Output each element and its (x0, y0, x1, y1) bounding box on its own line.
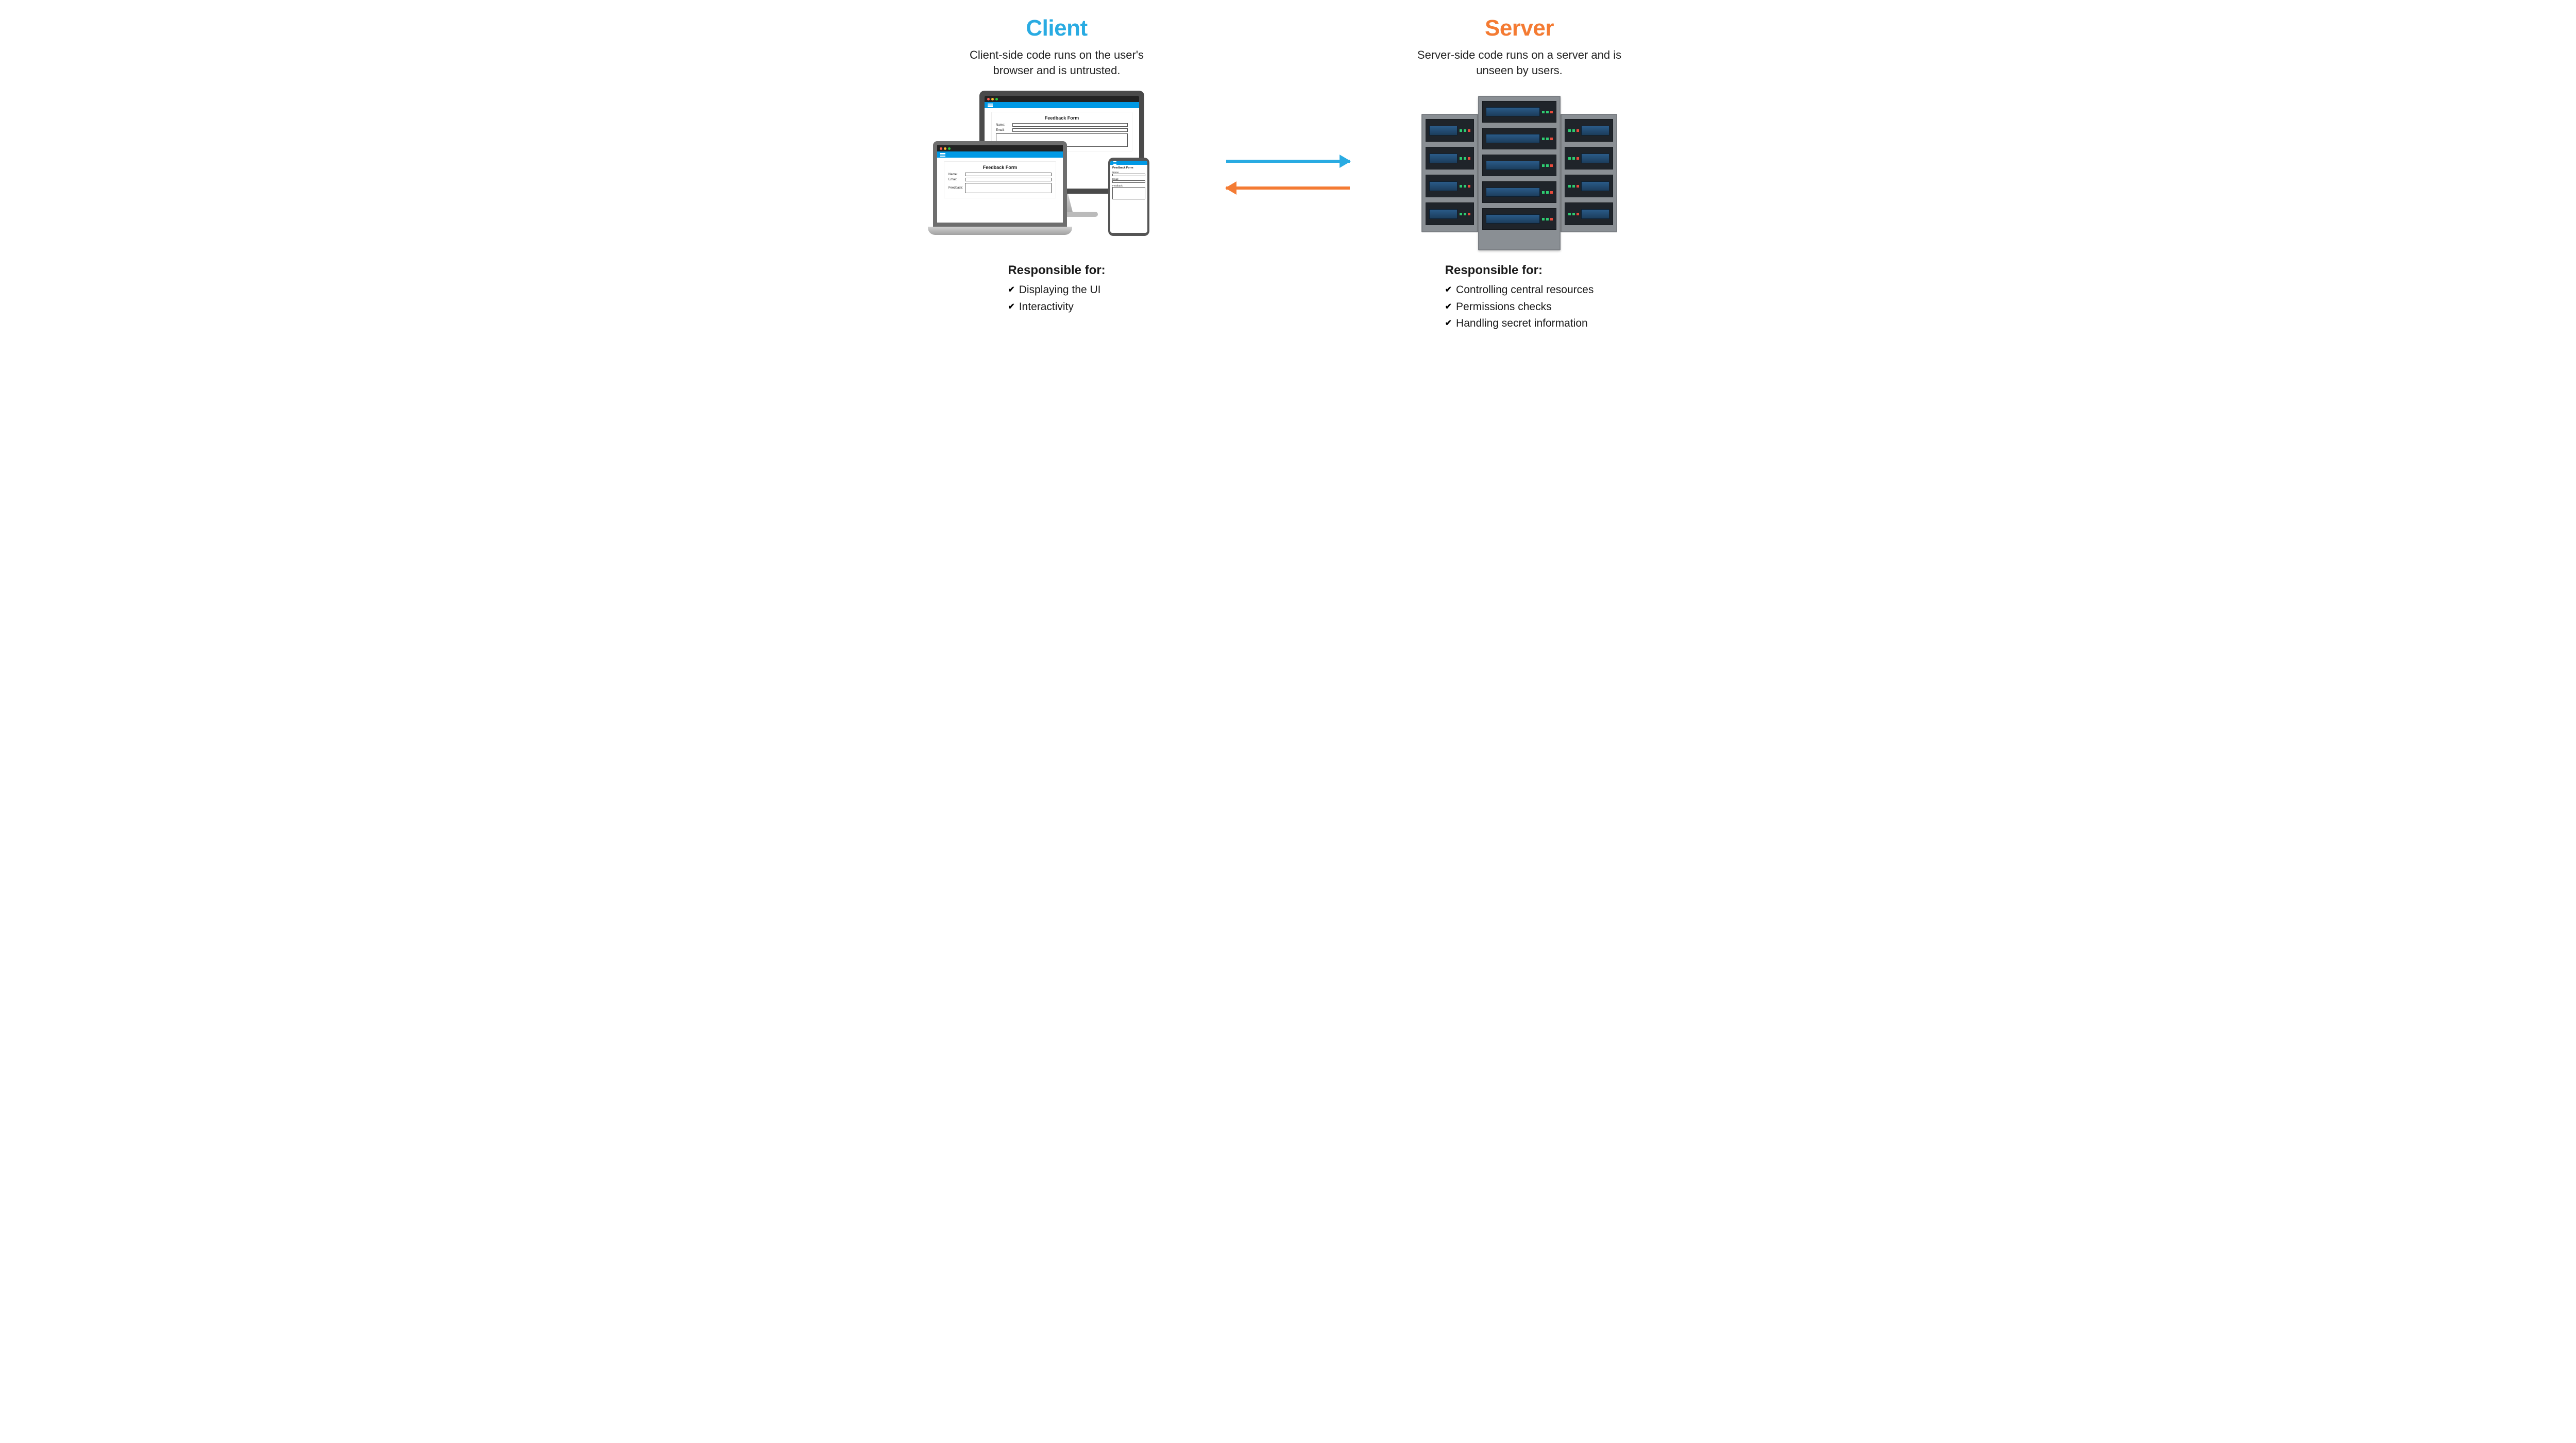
client-tagline: Client-side code runs on the user's brow… (954, 47, 1160, 78)
email-label: Email: (996, 129, 1010, 132)
name-label: Name: (996, 124, 1010, 127)
server-rack-icon (1421, 114, 1478, 232)
name-input (1012, 123, 1128, 127)
server-column: Server Server-side code runs on a server… (1355, 0, 1684, 391)
server-title: Server (1485, 15, 1554, 41)
responsibility-item: Controlling central resources (1445, 282, 1594, 299)
diagram-canvas: Client Client-side code runs on the user… (892, 0, 1684, 391)
client-title: Client (1026, 15, 1087, 41)
client-column: Client Client-side code runs on the user… (892, 0, 1221, 391)
email-input (1012, 128, 1128, 132)
responsibility-item: Displaying the UI (1008, 282, 1105, 299)
form-title: Feedback Form (996, 115, 1128, 121)
responsibility-item: Permissions checks (1445, 299, 1594, 316)
responsibility-item: Handling secret information (1445, 315, 1594, 332)
server-tagline: Server-side code runs on a server and is… (1416, 47, 1622, 78)
client-responsibilities: Responsible for: Displaying the UIIntera… (1008, 263, 1105, 315)
response-arrow-icon (1226, 186, 1350, 190)
laptop-device-icon: Feedback Form Name: Email: Feedback: (933, 141, 1067, 235)
responsibilities-heading: Responsible for: (1445, 263, 1594, 278)
client-responsibilities-list: Displaying the UIInteractivity (1008, 282, 1105, 315)
form-title: Feedback Form (948, 165, 1052, 170)
server-responsibilities-list: Controlling central resourcesPermissions… (1445, 282, 1594, 332)
menu-icon (988, 104, 993, 107)
window-titlebar-icon (985, 96, 1139, 102)
arrows-column (1221, 0, 1355, 391)
server-responsibilities: Responsible for: Controlling central res… (1445, 263, 1594, 332)
responsibilities-heading: Responsible for: (1008, 263, 1105, 278)
server-racks-illustration (1411, 91, 1628, 256)
server-rack-icon (1478, 96, 1561, 250)
server-rack-icon (1561, 114, 1617, 232)
responsibility-item: Interactivity (1008, 299, 1105, 316)
phone-device-icon: Feedback Form Name: Email: Feedback: (1108, 158, 1149, 236)
app-toolbar-icon (985, 102, 1139, 108)
request-arrow-icon (1226, 160, 1350, 163)
client-devices-illustration: Feedback Form Name: Email: (933, 91, 1180, 256)
